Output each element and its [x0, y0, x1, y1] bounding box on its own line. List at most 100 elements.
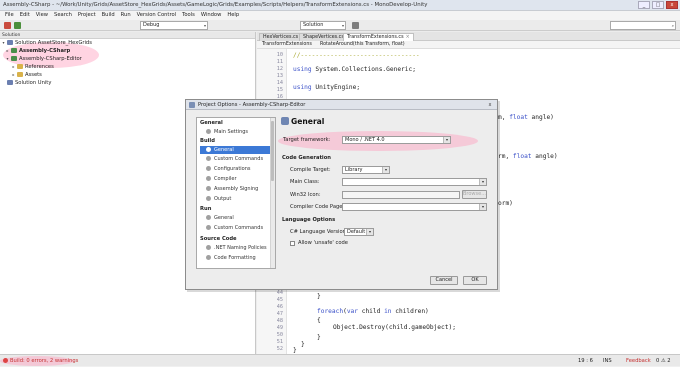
- feedback-link[interactable]: Feedback: [626, 355, 651, 367]
- code-line[interactable]: m, float angle): [498, 114, 554, 121]
- gear-icon: [281, 117, 289, 125]
- target-select[interactable]: Solution ▾: [300, 21, 346, 30]
- search-icon: ⌕: [671, 23, 674, 28]
- compile-target-select[interactable]: Library ▾: [342, 166, 390, 174]
- category-build-assembly-signing[interactable]: Assembly Signing: [200, 185, 272, 193]
- search-input[interactable]: ⌕: [610, 21, 676, 30]
- category-build-custom-commands[interactable]: Custom Commands: [200, 155, 272, 163]
- menu-edit[interactable]: Edit: [17, 11, 33, 20]
- ok-button[interactable]: OK: [463, 276, 487, 285]
- line-number: 13: [276, 73, 283, 79]
- browse-button[interactable]: Browse...: [462, 190, 487, 199]
- win32-icon-field[interactable]: [342, 191, 460, 199]
- csharp-version-select[interactable]: Default ▾: [344, 228, 374, 236]
- solution-pad-header: Solution: [0, 32, 255, 39]
- breadcrumb-method[interactable]: RotateAround(this Transform, float): [317, 41, 408, 49]
- compiler-code-page-select[interactable]: ▾: [342, 203, 487, 211]
- code-comment-line[interactable]: //--------------------------------: [293, 52, 420, 59]
- tree-item-solution[interactable]: ▾ Solution AssetStore_HexGrids: [0, 39, 255, 47]
- maximize-button[interactable]: □: [652, 1, 664, 9]
- category-build-output[interactable]: Output: [200, 195, 272, 203]
- minimize-button[interactable]: _: [638, 1, 650, 9]
- category-scrollbar[interactable]: [270, 118, 275, 268]
- line-number: 52: [276, 346, 283, 352]
- menu-version-control[interactable]: Version Control: [134, 11, 179, 20]
- chevron-down-icon: ▾: [341, 23, 344, 28]
- category-head-run[interactable]: Run: [200, 206, 211, 212]
- code-line[interactable]: using System.Collections.Generic;: [293, 66, 416, 73]
- category-build-compiler[interactable]: Compiler: [200, 175, 272, 183]
- tree-item-solution-unity[interactable]: Solution Unity: [0, 79, 255, 87]
- menu-tools[interactable]: Tools: [179, 11, 198, 20]
- breadcrumb-class[interactable]: TransformExtensions: [259, 41, 315, 49]
- document-icon: [206, 255, 211, 260]
- chevron-down-icon: ▾: [203, 23, 206, 28]
- toolbar: Debug ▾ Solution ▾ ⌕: [0, 20, 680, 31]
- category-run-general[interactable]: General: [200, 214, 272, 222]
- category-run-custom-commands[interactable]: Custom Commands: [200, 224, 272, 232]
- stop-icon[interactable]: [4, 22, 11, 29]
- category-head-build[interactable]: Build: [200, 138, 215, 144]
- category-head-general[interactable]: General: [200, 120, 223, 126]
- code-line[interactable]: using UnityEngine;: [293, 84, 360, 91]
- code-line[interactable]: }: [301, 341, 305, 348]
- solution-icon: [7, 40, 13, 45]
- cancel-button[interactable]: Cancel: [430, 276, 458, 285]
- menu-file[interactable]: File: [2, 11, 17, 20]
- gear-icon: [206, 147, 211, 152]
- cursor-position: 19 : 6: [578, 358, 593, 364]
- allow-unsafe-checkbox[interactable]: [290, 241, 295, 246]
- code-line[interactable]: orm): [498, 200, 513, 207]
- category-build-configurations[interactable]: Configurations: [200, 165, 272, 173]
- menu-search[interactable]: Search: [51, 11, 75, 20]
- chevron-down-icon[interactable]: ▾: [0, 39, 7, 47]
- main-class-select[interactable]: ▾: [342, 178, 487, 186]
- build-status[interactable]: Build: 0 errors, 2 warnings: [3, 355, 78, 367]
- code-line[interactable]: }: [317, 334, 321, 341]
- tree-item-assembly-csharp[interactable]: ▸ Assembly-CSharp: [0, 47, 255, 55]
- chevron-right-icon[interactable]: ▸: [10, 63, 17, 71]
- document-tabs: HexVertices.cs× ShapeVertices.cs× Transf…: [257, 32, 680, 41]
- chevron-down-icon[interactable]: ▾: [4, 55, 11, 63]
- line-number: 51: [276, 339, 283, 345]
- chevron-right-icon[interactable]: ▸: [4, 47, 11, 55]
- code-line[interactable]: foreach(var child in children): [317, 308, 429, 315]
- configuration-select[interactable]: Debug ▾: [140, 21, 208, 30]
- project-icon: [11, 56, 17, 61]
- category-code-formatting[interactable]: Code Formatting: [200, 254, 272, 262]
- error-warning-counts[interactable]: 0 ⚠ 2: [656, 355, 671, 367]
- run-icon[interactable]: [14, 22, 21, 29]
- menu-help[interactable]: Help: [224, 11, 242, 20]
- menu-window[interactable]: Window: [198, 11, 224, 20]
- menu-run[interactable]: Run: [118, 11, 134, 20]
- dialog-close-button[interactable]: x: [485, 101, 495, 109]
- close-button[interactable]: x: [666, 1, 678, 9]
- tree-item-assets[interactable]: ▸ Assets: [0, 71, 255, 79]
- menu-project[interactable]: Project: [75, 11, 99, 20]
- chevron-right-icon[interactable]: ▸: [10, 71, 17, 79]
- category-head-source-code[interactable]: Source Code: [200, 236, 237, 242]
- code-line[interactable]: }: [293, 347, 297, 354]
- target-framework-select[interactable]: Mono / .NET 4.0 ▾: [342, 136, 451, 144]
- code-line[interactable]: }: [317, 293, 321, 300]
- menu-build[interactable]: Build: [99, 11, 118, 20]
- menu-view[interactable]: View: [33, 11, 51, 20]
- scrollbar-thumb[interactable]: [271, 121, 274, 181]
- category-build-general[interactable]: General: [200, 146, 272, 154]
- tab-transformextensions[interactable]: TransformExtensions.cs ×: [343, 33, 414, 41]
- build-icon[interactable]: [352, 22, 359, 29]
- error-icon: [3, 358, 8, 363]
- line-number: 49: [276, 325, 283, 331]
- window-controls: _ □ x: [638, 1, 678, 9]
- category-naming-policies[interactable]: .NET Naming Policies: [200, 244, 272, 252]
- code-line[interactable]: Object.Destroy(child.gameObject);: [333, 324, 456, 331]
- tree-item-references[interactable]: ▸ References: [0, 63, 255, 71]
- tree-item-assembly-csharp-editor[interactable]: ▾ Assembly-CSharp-Editor: [0, 55, 255, 63]
- close-icon[interactable]: ×: [406, 35, 410, 40]
- code-line[interactable]: {: [317, 317, 321, 324]
- project-icon: [11, 48, 17, 53]
- category-main-settings[interactable]: Main Settings: [200, 128, 272, 136]
- window-title: Assembly-CSharp - ~/Work/Unity/Grids/Ass…: [3, 2, 428, 8]
- code-line[interactable]: rm, float angle): [498, 153, 558, 160]
- ide-window: Assembly-CSharp - ~/Work/Unity/Grids/Ass…: [0, 0, 680, 366]
